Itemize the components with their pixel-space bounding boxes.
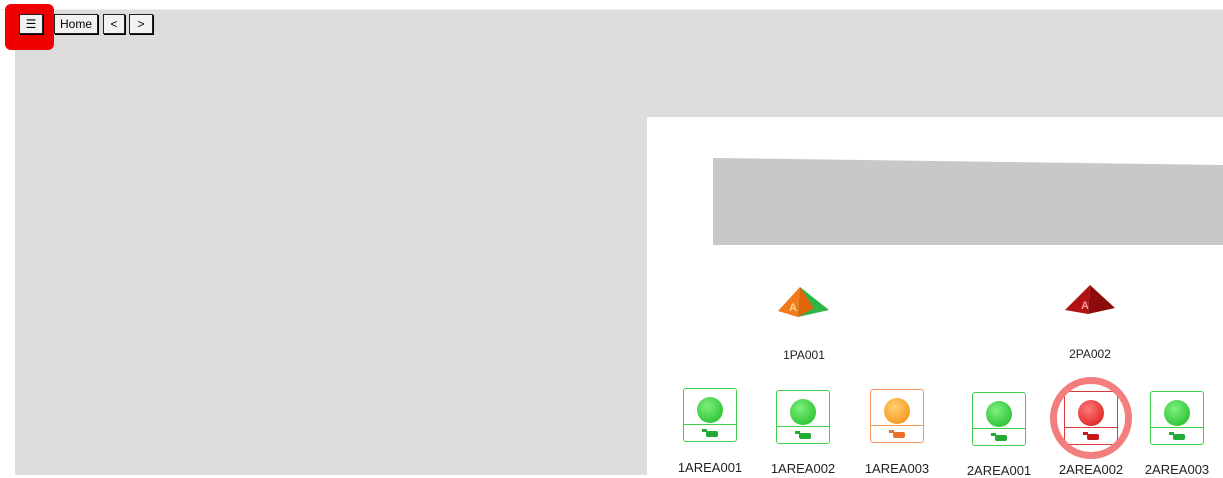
- tile-divider: [1151, 427, 1203, 428]
- area-tile-2area001[interactable]: [972, 392, 1026, 446]
- tile-divider: [871, 425, 923, 426]
- pyramid-orange-green-icon[interactable]: A: [776, 284, 832, 320]
- pump-icon: [702, 429, 718, 437]
- area-label: 1AREA003: [864, 461, 930, 476]
- back-button[interactable]: <: [103, 14, 125, 34]
- svg-text:A: A: [1081, 300, 1089, 312]
- status-warning-icon: [884, 398, 910, 424]
- alarm-highlight-ring: [1050, 377, 1132, 459]
- pyramid-red-icon[interactable]: A: [1062, 282, 1118, 318]
- pump-icon: [889, 430, 905, 438]
- status-ok-icon: [697, 397, 723, 423]
- area-tile-2area003[interactable]: [1150, 391, 1204, 445]
- pump-icon: [1169, 432, 1185, 440]
- pump-station-label: 1PA001: [783, 348, 825, 362]
- area-label: 2AREA001: [966, 463, 1032, 478]
- top-strip: [0, 0, 1223, 10]
- home-button[interactable]: Home: [54, 14, 98, 34]
- svg-text:A: A: [789, 302, 797, 314]
- area-tile-1area003[interactable]: [870, 389, 924, 443]
- area-tile-1area002[interactable]: [776, 390, 830, 444]
- tile-divider: [973, 428, 1025, 429]
- status-ok-icon: [790, 399, 816, 425]
- forward-button[interactable]: >: [129, 14, 153, 34]
- tile-divider: [684, 424, 736, 425]
- pump-icon: [991, 433, 1007, 441]
- pump-icon: [795, 431, 811, 439]
- status-ok-icon: [1164, 400, 1190, 426]
- area-label: 1AREA001: [677, 460, 743, 475]
- header-banner: [713, 158, 1223, 245]
- status-ok-icon: [986, 401, 1012, 427]
- area-label: 1AREA002: [770, 461, 836, 476]
- tile-divider: [777, 426, 829, 427]
- pump-station-label: 2PA002: [1069, 347, 1111, 361]
- area-tile-1area001[interactable]: [683, 388, 737, 442]
- menu-button[interactable]: ☰: [19, 14, 43, 34]
